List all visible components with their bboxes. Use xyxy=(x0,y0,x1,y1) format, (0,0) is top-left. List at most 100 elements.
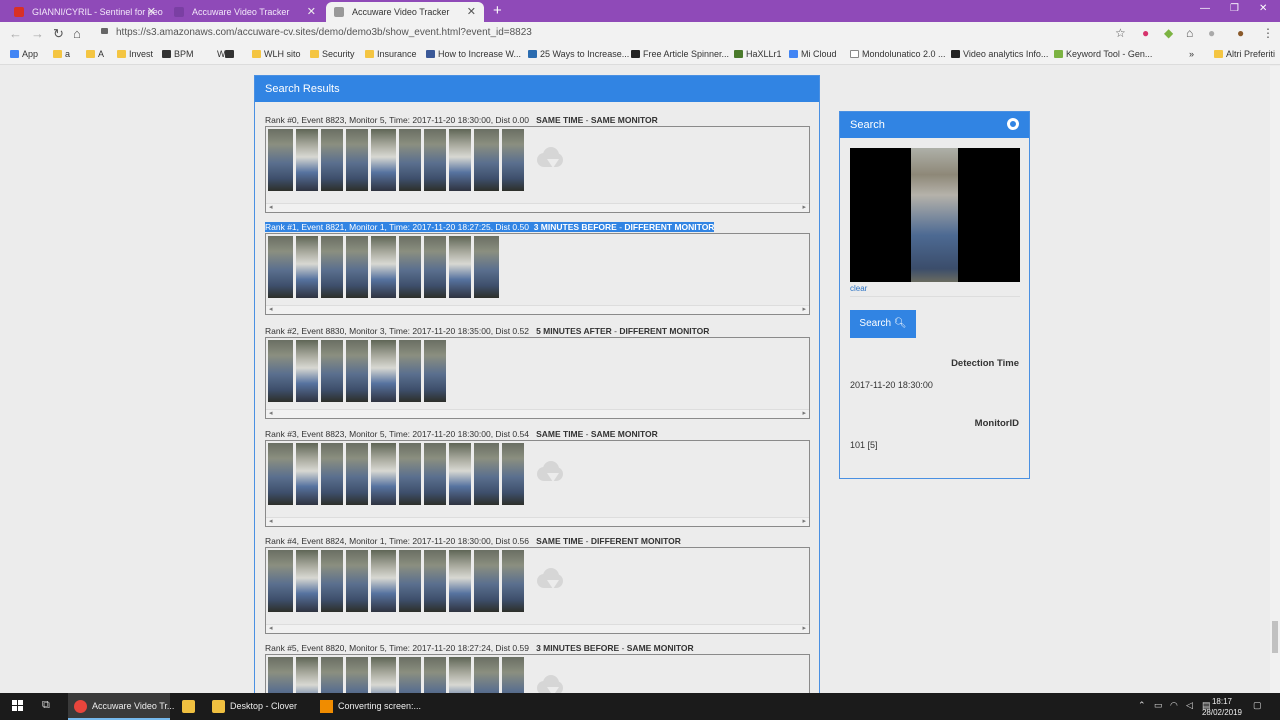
thumbnail-strip[interactable]: ◂ ▸ xyxy=(265,233,810,315)
person-thumbnail[interactable] xyxy=(399,550,421,612)
person-thumbnail[interactable] xyxy=(346,236,368,298)
bookmark-item[interactable]: Video analytics Info... xyxy=(951,49,1048,59)
person-thumbnail[interactable] xyxy=(449,236,471,298)
person-thumbnail[interactable] xyxy=(399,129,421,191)
forward-icon[interactable]: → xyxy=(31,26,44,42)
url-text[interactable]: https://s3.amazonaws.com/accuware-cv.sit… xyxy=(116,27,532,38)
back-icon[interactable]: ← xyxy=(9,26,22,42)
bookmark-item[interactable]: Insurance xyxy=(365,49,417,59)
extension-icon[interactable]: ◆ xyxy=(1164,26,1173,40)
bookmark-item[interactable]: How to Increase W... xyxy=(426,49,521,59)
bookmark-item[interactable]: Altri Preferiti xyxy=(1214,49,1275,59)
person-thumbnail[interactable] xyxy=(474,443,499,505)
tab-accuware-active[interactable]: Accuware Video Tracker ✕ xyxy=(326,2,484,22)
tab-gianni[interactable]: GIANNI/CYRIL - Sentinel for peo ✕ xyxy=(6,2,164,22)
horizontal-scrollbar[interactable]: ◂ ▸ xyxy=(266,305,809,314)
bookmark-item[interactable]: W xyxy=(205,49,226,59)
extension-icon[interactable]: ● xyxy=(1208,26,1215,40)
scroll-right-icon[interactable]: ▸ xyxy=(802,409,806,417)
person-thumbnail[interactable] xyxy=(474,129,499,191)
notifications-icon[interactable]: ▢ xyxy=(1253,700,1262,711)
chevron-up-icon[interactable]: ⌃ xyxy=(1138,700,1146,711)
menu-icon[interactable]: ⋮ xyxy=(1262,26,1274,40)
thumbnail-strip[interactable]: ◂ ▸ xyxy=(265,126,810,213)
bookmark-item[interactable]: Free Article Spinner... xyxy=(631,49,729,59)
person-thumbnail[interactable] xyxy=(424,129,446,191)
person-thumbnail[interactable] xyxy=(268,550,293,612)
home-icon[interactable]: ⌂ xyxy=(73,26,81,42)
bookmark-item[interactable]: HaXLLr1 xyxy=(734,49,782,59)
cloud-download-icon[interactable] xyxy=(531,459,567,489)
scroll-left-icon[interactable]: ◂ xyxy=(269,203,273,211)
thumbnail-strip[interactable]: ◂ ▸ xyxy=(265,337,810,419)
scroll-left-icon[interactable]: ◂ xyxy=(269,517,273,525)
person-thumbnail[interactable] xyxy=(296,657,318,693)
scroll-left-icon[interactable]: ◂ xyxy=(269,624,273,632)
cloud-download-icon[interactable] xyxy=(531,145,567,175)
close-icon[interactable]: ✕ xyxy=(147,2,156,22)
scroll-right-icon[interactable]: ▸ xyxy=(802,624,806,632)
wifi-icon[interactable]: ◠ xyxy=(1170,700,1178,711)
scrollbar-thumb[interactable] xyxy=(1272,621,1278,653)
scroll-right-icon[interactable]: ▸ xyxy=(802,203,806,211)
person-thumbnail[interactable] xyxy=(296,443,318,505)
person-thumbnail[interactable] xyxy=(346,657,368,693)
person-thumbnail[interactable] xyxy=(371,443,396,505)
windows-start-icon[interactable] xyxy=(12,700,24,712)
search-button[interactable]: Search 🔍︎ xyxy=(850,310,916,338)
bookmark-item[interactable]: BPM xyxy=(162,49,194,59)
person-thumbnail[interactable] xyxy=(371,657,396,693)
person-thumbnail[interactable] xyxy=(346,340,368,402)
avatar[interactable]: ● xyxy=(1237,26,1244,40)
person-thumbnail[interactable] xyxy=(424,236,446,298)
reload-icon[interactable]: ↻ xyxy=(53,26,64,42)
person-thumbnail[interactable] xyxy=(502,550,524,612)
bookmark-item[interactable]: Security xyxy=(310,49,355,59)
person-thumbnail[interactable] xyxy=(399,340,421,402)
person-thumbnail[interactable] xyxy=(346,129,368,191)
person-thumbnail[interactable] xyxy=(321,340,343,402)
battery-icon[interactable]: ▭ xyxy=(1154,700,1163,711)
taskbar-chrome[interactable]: Accuware Video Tr... xyxy=(68,693,174,720)
scroll-right-icon[interactable]: ▸ xyxy=(802,305,806,313)
person-thumbnail[interactable] xyxy=(321,443,343,505)
person-thumbnail[interactable] xyxy=(474,550,499,612)
bookmark-item[interactable]: Keyword Tool - Gen... xyxy=(1054,49,1152,59)
bookmark-item[interactable]: a xyxy=(53,49,70,59)
scroll-left-icon[interactable]: ◂ xyxy=(269,305,273,313)
person-thumbnail[interactable] xyxy=(474,236,499,298)
thumbnail-strip[interactable] xyxy=(265,654,810,693)
person-thumbnail[interactable] xyxy=(449,657,471,693)
person-thumbnail[interactable] xyxy=(346,550,368,612)
minimize-icon[interactable]: — xyxy=(1200,3,1210,14)
person-thumbnail[interactable] xyxy=(321,550,343,612)
person-thumbnail[interactable] xyxy=(424,443,446,505)
taskbar-vlc[interactable]: Converting screen:... xyxy=(314,693,421,720)
task-view-icon[interactable]: ⧉ xyxy=(42,699,50,712)
person-thumbnail[interactable] xyxy=(502,129,524,191)
home-extension-icon[interactable]: ⌂ xyxy=(1186,26,1193,40)
scroll-left-icon[interactable]: ◂ xyxy=(269,409,273,417)
volume-icon[interactable]: ◁ xyxy=(1186,700,1193,711)
scroll-right-icon[interactable]: ▸ xyxy=(802,517,806,525)
person-thumbnail[interactable] xyxy=(268,657,293,693)
person-thumbnail[interactable] xyxy=(268,443,293,505)
person-thumbnail[interactable] xyxy=(502,657,524,693)
close-window-icon[interactable]: ✕ xyxy=(1259,3,1267,14)
bookmark-item[interactable]: App xyxy=(10,49,38,59)
thumbnail-strip[interactable]: ◂ ▸ xyxy=(265,547,810,634)
gear-icon[interactable] xyxy=(1007,118,1019,130)
bookmark-item[interactable]: WLH sito xyxy=(252,49,301,59)
person-thumbnail[interactable] xyxy=(424,657,446,693)
close-icon[interactable]: ✕ xyxy=(467,2,476,22)
person-thumbnail[interactable] xyxy=(449,550,471,612)
person-thumbnail[interactable] xyxy=(449,129,471,191)
cloud-download-icon[interactable] xyxy=(531,566,567,596)
person-thumbnail[interactable] xyxy=(321,129,343,191)
taskbar-explorer[interactable] xyxy=(176,693,204,720)
bookmark-item[interactable]: Invest xyxy=(117,49,153,59)
person-thumbnail[interactable] xyxy=(424,340,446,402)
person-thumbnail[interactable] xyxy=(296,129,318,191)
bookmark-item[interactable]: A xyxy=(86,49,104,59)
horizontal-scrollbar[interactable]: ◂ ▸ xyxy=(266,409,809,418)
